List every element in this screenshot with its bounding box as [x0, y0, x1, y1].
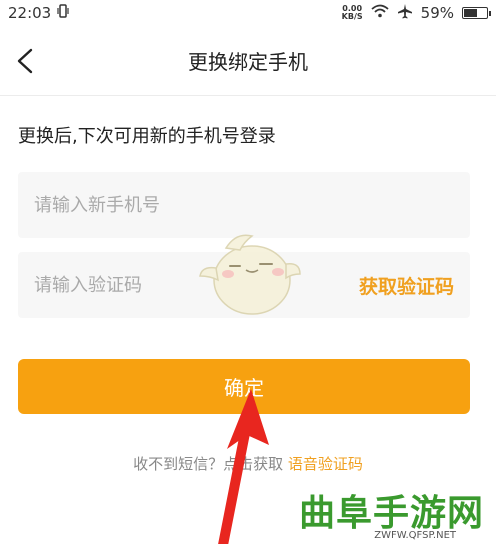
chevron-left-icon: [17, 48, 33, 74]
watermark-title: 曲阜手游网: [298, 492, 484, 534]
red-arrow-annotation: [218, 389, 269, 544]
wifi-icon: [371, 4, 389, 22]
page-title: 更换绑定手机: [188, 50, 308, 74]
vibrate-icon: [57, 4, 69, 22]
status-bar: 22:03 0.00 KB/S 59%: [0, 0, 496, 26]
status-right: 0.00 KB/S 59%: [342, 3, 491, 23]
watermark-domain: ZWFW.QFSP.NET: [374, 530, 456, 541]
airplane-icon: [397, 3, 413, 23]
watermark-logo: 曲阜手游网 ZWFW.QFSP.NET: [287, 482, 496, 544]
get-code-button[interactable]: 获取验证码: [359, 272, 454, 299]
rebind-hint: 更换后,下次可用新的手机号登录: [18, 126, 276, 147]
status-time: 22:03: [8, 4, 52, 22]
net-speed-unit: KB/S: [341, 12, 363, 21]
new-phone-input[interactable]: [34, 194, 314, 216]
nav-bar: 更换绑定手机: [0, 26, 496, 96]
status-left: 22:03: [8, 4, 69, 22]
back-button[interactable]: [10, 46, 40, 76]
battery-icon: [462, 7, 491, 19]
mascot-icon: [199, 234, 301, 315]
voice-code-link[interactable]: 语音验证码: [288, 455, 363, 473]
net-speed: 0.00 KB/S: [342, 5, 363, 21]
battery-percent: 59%: [420, 4, 454, 22]
battery-fill: [464, 9, 477, 17]
